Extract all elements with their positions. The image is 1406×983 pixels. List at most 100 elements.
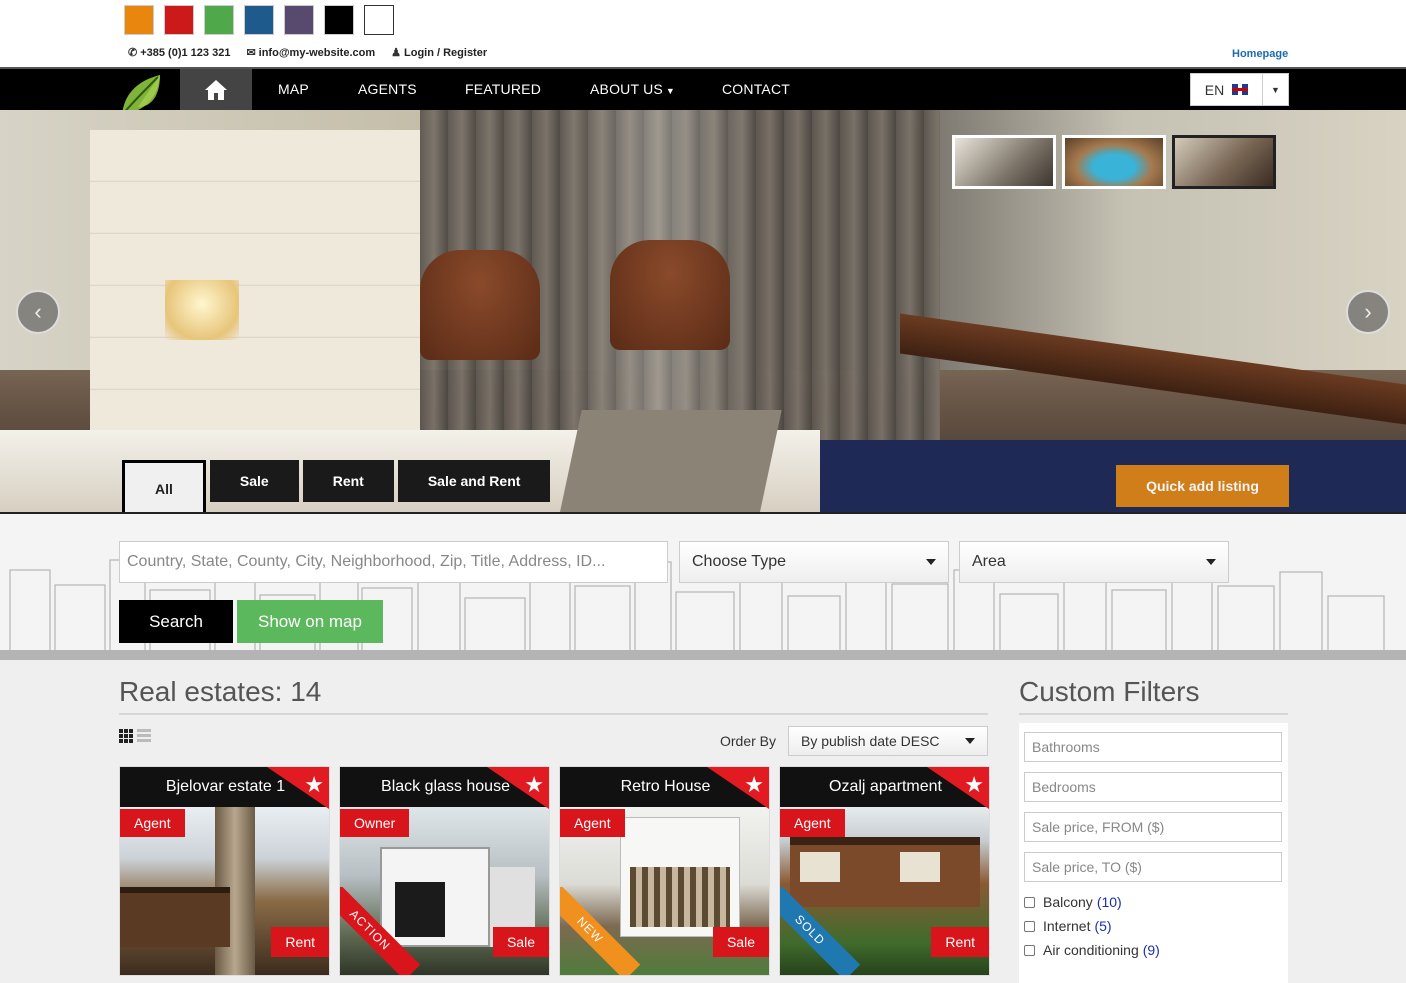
language-selector[interactable]: EN ▼ bbox=[1190, 73, 1289, 106]
hero-image-chair bbox=[420, 250, 540, 360]
slider-thumb-1[interactable] bbox=[952, 135, 1056, 189]
list-view-icon[interactable] bbox=[137, 729, 151, 743]
home-icon bbox=[205, 79, 227, 100]
caret-down-icon bbox=[1206, 559, 1216, 565]
star-icon[interactable]: ★ bbox=[964, 772, 984, 798]
balcony-count: (10) bbox=[1096, 894, 1122, 910]
listing-purpose-badge: Rent bbox=[931, 927, 989, 957]
listing-owner-badge: Agent bbox=[120, 809, 185, 837]
color-swatch-purple[interactable] bbox=[284, 5, 314, 35]
air-conditioning-filter[interactable]: Air conditioning (9) bbox=[1024, 942, 1160, 958]
hero-image-carpet bbox=[800, 440, 1406, 512]
nav-about-us[interactable]: ABOUT US ▼ bbox=[590, 69, 675, 110]
type-select-value: Choose Type bbox=[692, 553, 786, 570]
listing-purpose-badge: Sale bbox=[712, 927, 769, 957]
chevron-left-icon: ‹ bbox=[34, 299, 42, 324]
star-icon[interactable]: ★ bbox=[524, 772, 544, 798]
listing-purpose-badge: Sale bbox=[492, 927, 549, 957]
listings-title: Real estates: 14 bbox=[119, 676, 322, 707]
user-icon: ♟ bbox=[391, 47, 401, 59]
internet-filter[interactable]: Internet (5) bbox=[1024, 918, 1112, 934]
main-nav: MAP AGENTS FEATURED ABOUT US ▼ CONTACT EN… bbox=[0, 67, 1406, 116]
color-swatch-orange[interactable] bbox=[124, 5, 154, 35]
custom-filters-title: Custom Filters bbox=[1019, 676, 1200, 707]
nav-about-us-label: ABOUT US bbox=[590, 81, 663, 97]
hero-slider: ‹ › All Sale Rent Sale and Rent Quick ad… bbox=[0, 110, 1406, 512]
internet-checkbox[interactable] bbox=[1024, 920, 1035, 932]
custom-filters-panel: Bathrooms Bedrooms Sale price, FROM ($) … bbox=[1019, 723, 1288, 983]
color-swatch-white[interactable] bbox=[364, 5, 394, 35]
sale-price-to-input[interactable]: Sale price, TO ($) bbox=[1024, 852, 1282, 882]
uk-flag-icon bbox=[1232, 84, 1249, 95]
envelope-icon: ✉ bbox=[246, 47, 256, 59]
tab-rent[interactable]: Rent bbox=[302, 460, 394, 502]
slider-thumb-2[interactable] bbox=[1062, 135, 1166, 189]
login-register-link[interactable]: Login / Register bbox=[404, 47, 487, 59]
bedrooms-input[interactable]: Bedrooms bbox=[1024, 772, 1282, 802]
listing-card[interactable]: Black glass house ★ Owner Sale ACTION bbox=[339, 766, 550, 976]
listings-divider bbox=[119, 713, 988, 715]
caret-down-icon bbox=[926, 559, 936, 565]
color-swatch-red[interactable] bbox=[164, 5, 194, 35]
nav-contact[interactable]: CONTACT bbox=[722, 69, 790, 110]
listing-card[interactable]: Retro House ★ Agent Sale NEW bbox=[559, 766, 770, 976]
listing-ribbon: NEW bbox=[560, 887, 650, 975]
location-search-input[interactable]: Country, State, County, City, Neighborho… bbox=[119, 541, 668, 583]
hero-image-headboard bbox=[90, 130, 420, 460]
search-purpose-tabs: All Sale Rent Sale and Rent bbox=[122, 460, 551, 512]
star-icon[interactable]: ★ bbox=[744, 772, 764, 798]
nav-map[interactable]: MAP bbox=[278, 69, 309, 110]
color-swatch-blue[interactable] bbox=[244, 5, 274, 35]
bathrooms-input[interactable]: Bathrooms bbox=[1024, 732, 1282, 762]
language-code: EN bbox=[1204, 81, 1225, 98]
listing-card[interactable]: Bjelovar estate 1 ★ Agent Rent bbox=[119, 766, 330, 976]
internet-label: Internet bbox=[1043, 918, 1091, 934]
listing-owner-badge: Agent bbox=[560, 809, 625, 837]
show-on-map-button[interactable]: Show on map bbox=[237, 600, 383, 643]
email-text[interactable]: info@my-website.com bbox=[259, 47, 375, 59]
order-by-select[interactable]: By publish date DESC bbox=[788, 726, 988, 756]
nav-featured[interactable]: FEATURED bbox=[465, 69, 541, 110]
area-select[interactable]: Area bbox=[959, 541, 1229, 583]
balcony-checkbox[interactable] bbox=[1024, 896, 1035, 908]
phone-icon: ✆ bbox=[128, 47, 138, 59]
color-swatch-black[interactable] bbox=[324, 5, 354, 35]
slider-next-button[interactable]: › bbox=[1346, 290, 1390, 334]
sale-price-from-input[interactable]: Sale price, FROM ($) bbox=[1024, 812, 1282, 842]
color-swatches bbox=[124, 5, 394, 35]
email-contact[interactable]: ✉ info@my-website.com bbox=[246, 46, 375, 60]
search-button[interactable]: Search bbox=[119, 600, 233, 643]
listing-owner-badge: Owner bbox=[340, 809, 410, 837]
type-select[interactable]: Choose Type bbox=[679, 541, 949, 583]
language-current[interactable]: EN bbox=[1191, 74, 1263, 105]
balcony-filter[interactable]: Balcony (10) bbox=[1024, 894, 1122, 910]
color-swatch-green[interactable] bbox=[204, 5, 234, 35]
language-dropdown-toggle[interactable]: ▼ bbox=[1263, 74, 1288, 105]
listing-card[interactable]: Ozalj apartment ★ Agent Rent SOLD bbox=[779, 766, 990, 976]
slider-prev-button[interactable]: ‹ bbox=[16, 290, 60, 334]
grid-view-icon[interactable] bbox=[119, 729, 133, 743]
nav-home[interactable] bbox=[180, 69, 252, 110]
view-toggle bbox=[119, 729, 151, 743]
order-by-value: By publish date DESC bbox=[801, 733, 940, 749]
order-by-label: Order By bbox=[720, 733, 777, 749]
tab-all[interactable]: All bbox=[122, 460, 206, 512]
tab-sale-and-rent[interactable]: Sale and Rent bbox=[397, 460, 551, 502]
caret-down-icon: ▼ bbox=[1271, 84, 1280, 95]
top-bar: ✆ +385 (0)1 123 321 ✉ info@my-website.co… bbox=[0, 0, 1406, 68]
contact-row: ✆ +385 (0)1 123 321 ✉ info@my-website.co… bbox=[128, 46, 487, 60]
star-icon[interactable]: ★ bbox=[304, 772, 324, 798]
ribbon-label: NEW bbox=[560, 887, 641, 975]
ribbon-label: SOLD bbox=[780, 887, 861, 975]
tab-sale[interactable]: Sale bbox=[209, 460, 299, 502]
listing-ribbon: SOLD bbox=[780, 887, 870, 975]
quick-add-listing-button[interactable]: Quick add listing bbox=[1116, 465, 1289, 507]
search-panel: Country, State, County, City, Neighborho… bbox=[0, 512, 1406, 660]
balcony-label: Balcony bbox=[1043, 894, 1093, 910]
air-conditioning-checkbox[interactable] bbox=[1024, 944, 1035, 956]
login-register[interactable]: ♟ Login / Register bbox=[391, 46, 487, 60]
slider-thumb-3[interactable] bbox=[1172, 135, 1276, 189]
nav-agents[interactable]: AGENTS bbox=[358, 69, 417, 110]
ribbon-label: ACTION bbox=[340, 887, 421, 975]
homepage-link[interactable]: Homepage bbox=[1232, 48, 1288, 60]
